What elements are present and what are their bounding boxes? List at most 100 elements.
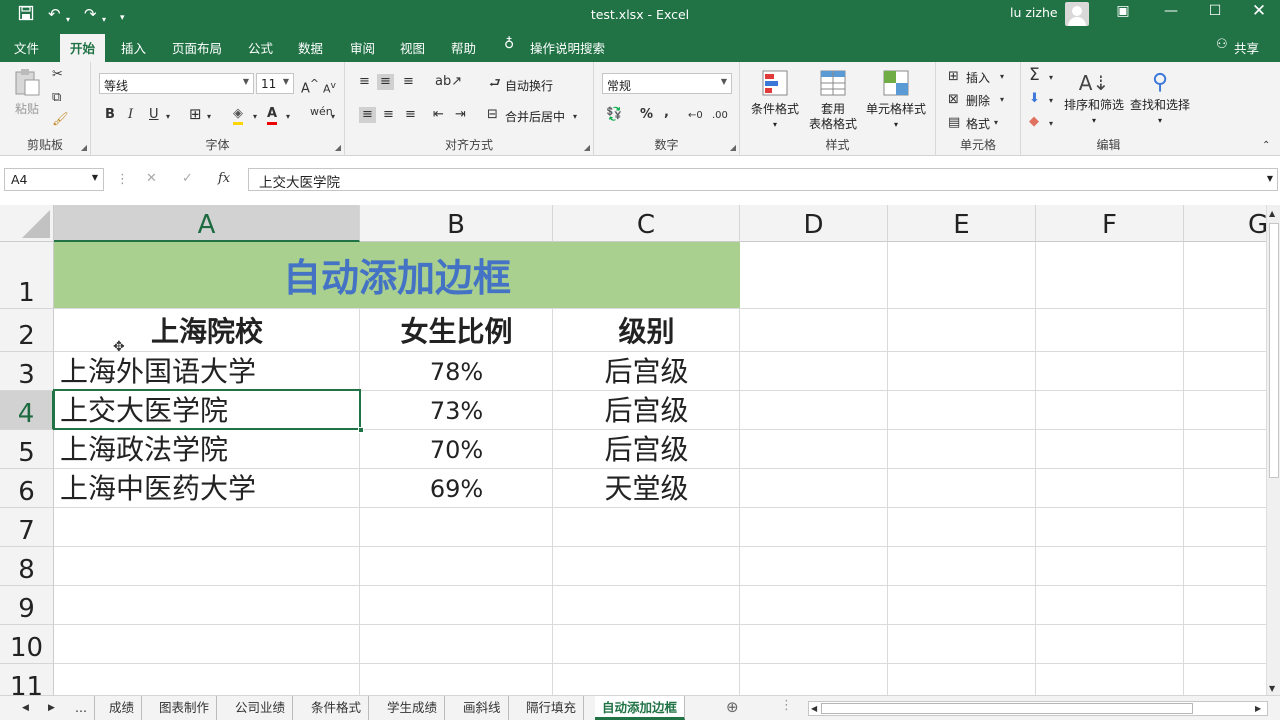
sheet-tab-alternate[interactable]: 隔行填充	[519, 696, 585, 720]
cut-icon[interactable]: ✂	[52, 67, 63, 83]
fill-icon[interactable]: ⬇	[1029, 91, 1040, 107]
row-header-8[interactable]: 8	[0, 547, 54, 586]
collapse-ribbon-icon[interactable]: ⌃	[1262, 138, 1270, 154]
ribbon-display-icon[interactable]: ▣	[1108, 3, 1138, 19]
avatar[interactable]	[1065, 2, 1089, 26]
cell-c6[interactable]: 天堂级	[553, 469, 740, 509]
dialog-launcher-icon[interactable]: ◢	[730, 143, 736, 152]
align-top-icon[interactable]: ≡	[359, 74, 370, 90]
sheet-tab-more[interactable]: ...	[68, 696, 95, 720]
tab-splitter-icon[interactable]: ⋮	[780, 698, 793, 714]
spreadsheet-grid[interactable]: A B C D E F G 1 2 3 4 5 6 7 8 9 10 11 自动…	[0, 205, 1266, 695]
font-size-dropdown[interactable]: 11 ▼	[256, 73, 294, 94]
orientation-icon[interactable]: ab↗	[435, 74, 462, 90]
align-middle-icon[interactable]: ≡	[377, 74, 394, 90]
cancel-icon[interactable]: ✕	[146, 171, 157, 187]
phonetic-icon[interactable]: wén	[310, 104, 333, 120]
horizontal-scroll-thumb[interactable]	[821, 703, 1193, 714]
phonetic-dropdown-icon[interactable]: ▾	[331, 109, 335, 125]
fill-dropdown-icon[interactable]: ▾	[253, 109, 257, 125]
find-select-button[interactable]: ⚲ 查找和选择 ▾	[1127, 68, 1193, 128]
cell-c4[interactable]: 后宫级	[553, 391, 740, 431]
insert-button[interactable]: 插入	[966, 69, 990, 86]
comma-icon[interactable]: ,	[664, 105, 669, 121]
cell-c5[interactable]: 后宫级	[553, 430, 740, 470]
minimize-icon[interactable]: —	[1156, 3, 1186, 19]
clear-icon[interactable]: ◆	[1029, 114, 1039, 130]
sheet-tab-company[interactable]: 公司业绩	[228, 696, 294, 720]
sort-filter-button[interactable]: A⇣ 排序和筛选 ▾	[1061, 68, 1127, 128]
tell-me-search[interactable]: 操作说明搜索	[530, 38, 605, 57]
clear-dropdown-icon[interactable]: ▾	[1049, 116, 1053, 132]
sheet-title-cell[interactable]: 自动添加边框	[54, 242, 740, 308]
sheet-tab-conditional[interactable]: 条件格式	[304, 696, 370, 720]
align-center-icon[interactable]: ≡	[383, 107, 394, 123]
name-box[interactable]: A4 ▼	[4, 168, 104, 191]
row-header-2[interactable]: 2	[0, 309, 54, 352]
insert-function-icon[interactable]: fx	[218, 171, 230, 187]
cell-a5[interactable]: 上海政法学院	[60, 430, 228, 470]
next-sheet-icon[interactable]: ▶	[48, 700, 55, 716]
merge-center-button[interactable]: 合并后居中	[505, 108, 565, 125]
italic-button[interactable]: I	[128, 107, 133, 123]
cell-styles-button[interactable]: 单元格样式 ▾	[864, 68, 928, 132]
cell-a3[interactable]: 上海外国语大学	[60, 352, 256, 392]
formula-input[interactable]: 上交大医学院 ▼	[248, 168, 1278, 191]
column-header-a[interactable]: A	[54, 205, 360, 242]
sheet-tab-scores[interactable]: 成绩	[102, 696, 143, 720]
percent-icon[interactable]: %	[640, 107, 653, 123]
cell-c3[interactable]: 后宫级	[553, 352, 740, 392]
close-icon[interactable]: ✕	[1244, 1, 1274, 21]
tab-file[interactable]: 文件	[14, 38, 39, 57]
increase-font-icon[interactable]: A^	[301, 76, 319, 97]
borders-dropdown-icon[interactable]: ▾	[207, 109, 211, 125]
underline-button[interactable]: U	[149, 107, 159, 123]
increase-decimal-icon[interactable]: ←0	[688, 108, 703, 124]
bold-button[interactable]: B	[105, 107, 115, 123]
tab-insert[interactable]: 插入	[121, 38, 146, 57]
row-header-1[interactable]: 1	[0, 242, 54, 309]
increase-indent-icon[interactable]: ⇥	[455, 107, 466, 123]
row-header-7[interactable]: 7	[0, 508, 54, 547]
sheet-tab-students[interactable]: 学生成绩	[380, 696, 446, 720]
format-dropdown-icon[interactable]: ▾	[994, 115, 998, 131]
merge-icon[interactable]: ⊟	[487, 107, 498, 123]
tab-home[interactable]: 开始	[60, 34, 106, 62]
wrap-text-button[interactable]: 自动换行	[505, 77, 553, 94]
enter-icon[interactable]: ✓	[182, 171, 193, 187]
tab-help[interactable]: 帮助	[451, 38, 476, 57]
row-header-5[interactable]: 5	[0, 430, 54, 469]
header-cell-level[interactable]: 级别	[553, 309, 740, 351]
fill-color-icon[interactable]: ◈	[233, 106, 243, 125]
header-cell-ratio[interactable]: 女生比例	[360, 309, 553, 351]
column-header-f[interactable]: F	[1036, 205, 1184, 242]
cell-b4[interactable]: 73%	[360, 391, 553, 431]
insert-cells-icon[interactable]: ⊞	[948, 69, 959, 85]
column-header-c[interactable]: C	[553, 205, 740, 242]
delete-button[interactable]: 删除	[966, 92, 990, 109]
sheet-tab-charts[interactable]: 图表制作	[152, 696, 218, 720]
cell-a6[interactable]: 上海中医药大学	[60, 469, 256, 509]
decrease-font-icon[interactable]: Av	[323, 78, 336, 98]
row-header-6[interactable]: 6	[0, 469, 54, 508]
scroll-left-icon[interactable]: ◀	[811, 701, 817, 717]
vertical-scroll-thumb[interactable]	[1269, 223, 1279, 478]
align-right-icon[interactable]: ≡	[405, 107, 416, 123]
horizontal-scrollbar[interactable]: ◀ ▶	[808, 701, 1268, 716]
font-name-dropdown[interactable]: 等线 ▼	[99, 73, 254, 94]
header-cell-school[interactable]: 上海院校	[54, 309, 360, 351]
format-cells-icon[interactable]: ▤	[948, 115, 960, 131]
font-color-icon[interactable]: A	[267, 106, 278, 125]
fill-handle[interactable]	[358, 427, 364, 433]
cell-b6[interactable]: 69%	[360, 469, 553, 509]
row-header-10[interactable]: 10	[0, 625, 54, 664]
dialog-launcher-icon[interactable]: ◢	[584, 143, 590, 152]
decrease-indent-icon[interactable]: ⇤	[433, 107, 444, 123]
paste-button[interactable]: 粘贴	[10, 68, 44, 117]
format-as-table-button[interactable]: 套用 表格格式	[804, 68, 862, 132]
column-header-d[interactable]: D	[740, 205, 888, 242]
vertical-scrollbar[interactable]: ▲ ▼	[1266, 205, 1280, 695]
row-header-3[interactable]: 3	[0, 352, 54, 391]
font-color-dropdown-icon[interactable]: ▾	[286, 109, 290, 125]
fill-dropdown-icon[interactable]: ▾	[1049, 93, 1053, 109]
